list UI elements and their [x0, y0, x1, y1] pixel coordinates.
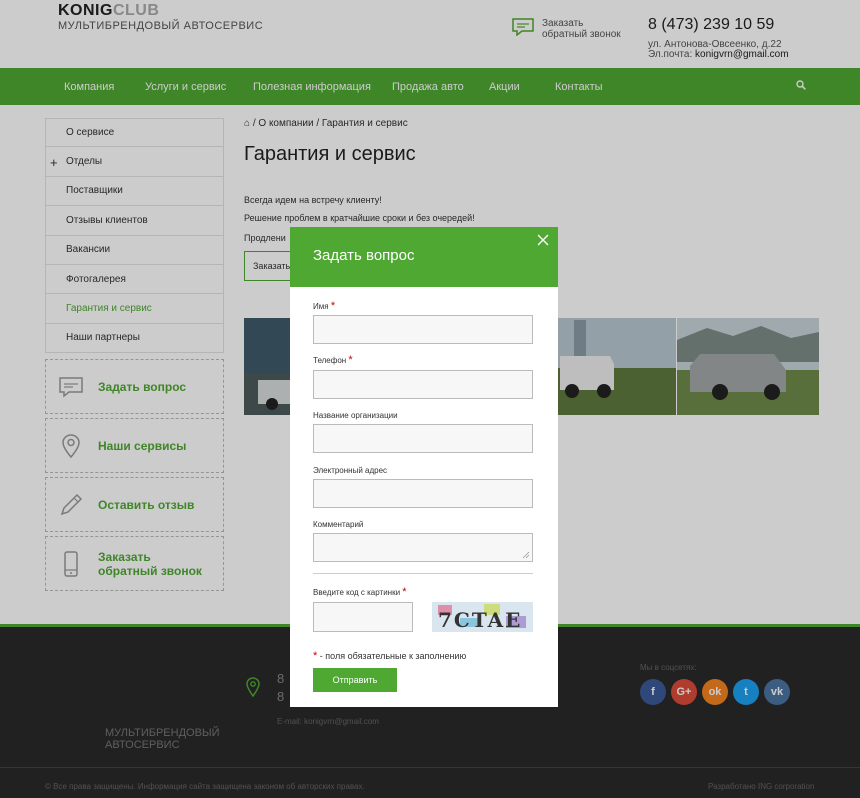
close-icon[interactable] [537, 234, 549, 246]
required-mark: * [330, 300, 336, 312]
modal-header: Задать вопрос [290, 227, 558, 287]
modal-divider [313, 573, 533, 574]
required-mark: * [313, 650, 318, 662]
phone-input[interactable] [314, 371, 532, 398]
name-input[interactable] [314, 316, 532, 343]
email-field[interactable] [313, 479, 533, 508]
phone-label: Телефон * [313, 354, 353, 366]
modal-title: Задать вопрос [313, 247, 415, 264]
captcha-field[interactable] [313, 602, 413, 632]
resize-grip-icon[interactable] [522, 551, 530, 559]
captcha-text: 7CTAE [438, 608, 522, 632]
required-mark: * [348, 354, 353, 366]
required-mark: * [402, 586, 407, 598]
captcha-image: 7CTAE [432, 602, 533, 632]
comment-textarea[interactable] [314, 534, 532, 561]
comment-label: Комментарий [313, 520, 364, 529]
required-note: * - поля обязательные к заполнению [313, 650, 467, 662]
submit-button[interactable]: Отправить [313, 668, 397, 692]
email-input[interactable] [314, 480, 532, 507]
phone-field[interactable] [313, 370, 533, 399]
organization-label: Название организации [313, 411, 398, 420]
comment-field[interactable] [313, 533, 533, 562]
organization-input[interactable] [314, 425, 532, 452]
name-label: Имя * [313, 300, 336, 312]
ask-question-modal: Задать вопрос Имя * Телефон * Название о… [290, 227, 558, 707]
captcha-label: Введите код с картинки * [313, 586, 407, 598]
name-field[interactable] [313, 315, 533, 344]
email-label: Электронный адрес [313, 466, 388, 475]
organization-field[interactable] [313, 424, 533, 453]
captcha-input[interactable] [314, 603, 412, 631]
